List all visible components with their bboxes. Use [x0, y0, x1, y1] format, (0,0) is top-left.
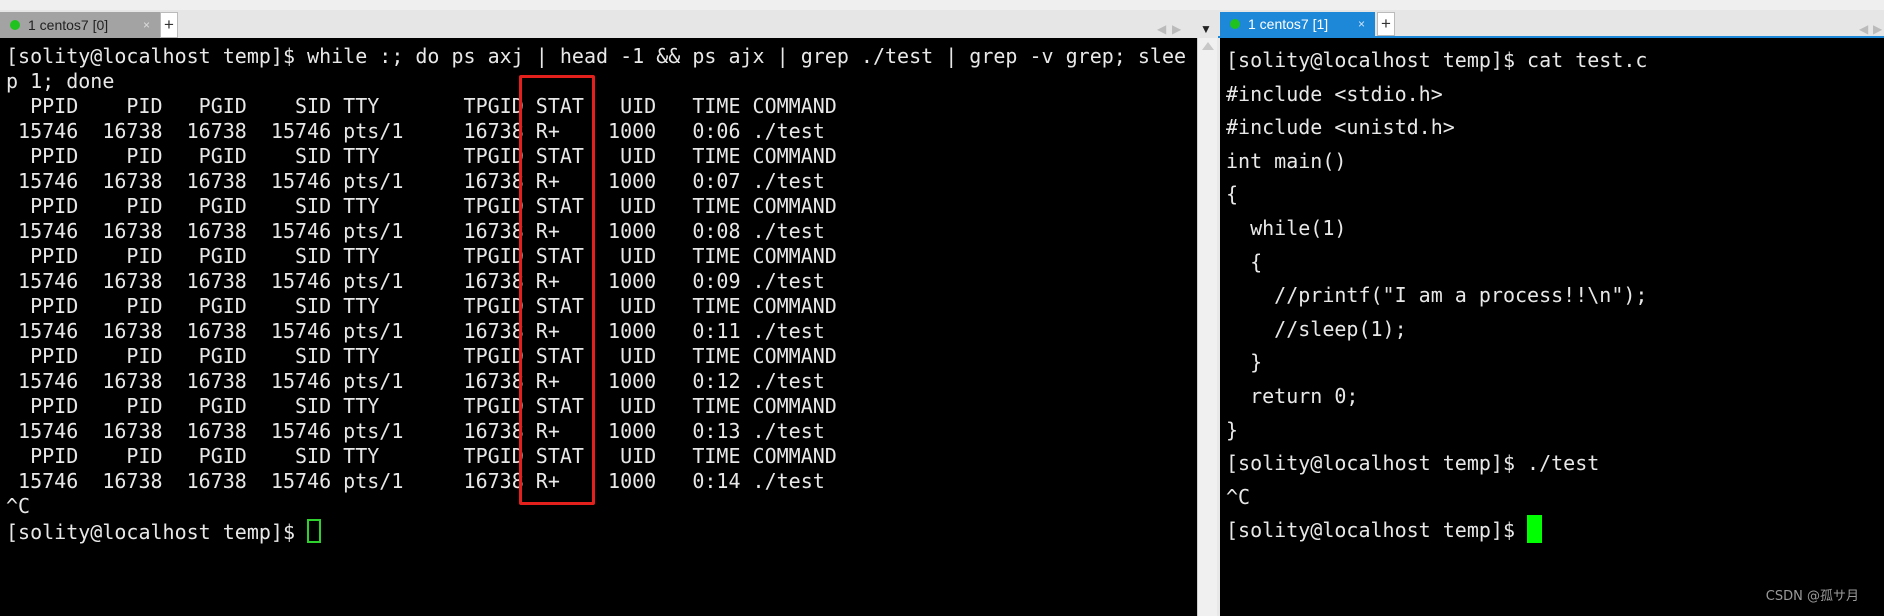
terminal-line: } — [1226, 417, 1239, 442]
terminal-line: PPID PID PGID SID TTY TPGID STAT UID TIM… — [6, 394, 837, 418]
prompt-line: [solity@localhost temp]$ — [1226, 514, 1884, 548]
right-tab-bar: 1 centos7 [1] × + ◀ ▶ — [1218, 10, 1884, 38]
terminal-line: 15746 16738 16738 15746 pts/1 16738 R+ 1… — [6, 469, 825, 493]
terminal-line: 15746 16738 16738 15746 pts/1 16738 R+ 1… — [6, 369, 825, 393]
tab-centos7-1[interactable]: 1 centos7 [1] × — [1220, 12, 1375, 36]
scrollbar[interactable] — [1197, 38, 1217, 616]
tab-close-icon[interactable]: × — [143, 18, 150, 32]
terminal-line: { — [1226, 182, 1239, 207]
tab-scroll-right-icon[interactable]: ▶ — [1873, 22, 1882, 36]
terminal-line: 15746 16738 16738 15746 pts/1 16738 R+ 1… — [6, 419, 825, 443]
prompt: [solity@localhost temp]$ — [1226, 518, 1528, 543]
terminal-line: 15746 16738 16738 15746 pts/1 16738 R+ 1… — [6, 269, 825, 293]
terminal-line: while(1) — [1226, 215, 1347, 240]
terminal-line: ^C — [6, 494, 31, 518]
terminal-line: [solity@localhost temp]$ ./test — [1226, 451, 1600, 476]
terminal-line: [solity@localhost temp]$ while :; do ps … — [6, 44, 1187, 68]
terminal-line: p 1; done — [6, 69, 115, 93]
connected-status-icon — [10, 20, 20, 30]
terminal-line: 15746 16738 16738 15746 pts/1 16738 R+ 1… — [6, 169, 825, 193]
terminal-line: [solity@localhost temp]$ cat test.c — [1226, 48, 1648, 72]
connected-status-icon — [1230, 19, 1240, 29]
tab-scroll-left-icon[interactable]: ◀ — [1859, 22, 1868, 36]
terminal-line: ^C — [1226, 484, 1251, 509]
terminal-line: #include <unistd.h> — [1226, 115, 1455, 140]
terminal-line: PPID PID PGID SID TTY TPGID STAT UID TIM… — [6, 94, 837, 118]
tab-scroll-left-icon[interactable]: ◀ — [1157, 22, 1166, 36]
tab-list-dropdown-icon[interactable]: ▼ — [1200, 22, 1212, 36]
tab-close-icon[interactable]: × — [1358, 17, 1365, 31]
terminal-line: PPID PID PGID SID TTY TPGID STAT UID TIM… — [6, 344, 837, 368]
scroll-up-icon[interactable] — [1202, 42, 1214, 50]
terminal-line: return 0; — [1226, 383, 1359, 408]
tab-centos7-0[interactable]: 1 centos7 [0] × — [0, 12, 160, 38]
terminal-line: PPID PID PGID SID TTY TPGID STAT UID TIM… — [6, 144, 837, 168]
tab-label: 1 centos7 [1] — [1248, 16, 1329, 32]
terminal-line: 15746 16738 16738 15746 pts/1 16738 R+ 1… — [6, 119, 825, 143]
tab-scroll-right-icon[interactable]: ▶ — [1172, 22, 1181, 36]
terminal-line: { — [1226, 249, 1263, 274]
new-tab-button[interactable]: + — [1377, 12, 1395, 36]
terminal-line: } — [1226, 350, 1263, 375]
terminal-line: PPID PID PGID SID TTY TPGID STAT UID TIM… — [6, 194, 837, 218]
new-tab-button[interactable]: + — [160, 12, 178, 38]
terminal-line: //sleep(1); — [1226, 316, 1407, 341]
cursor — [1527, 515, 1543, 544]
prompt-line: [solity@localhost temp]$ — [6, 519, 1197, 544]
terminal-line: 15746 16738 16738 15746 pts/1 16738 R+ 1… — [6, 319, 825, 343]
left-terminal[interactable]: [solity@localhost temp]$ while :; do ps … — [0, 38, 1197, 616]
terminal-line: 15746 16738 16738 15746 pts/1 16738 R+ 1… — [6, 219, 825, 243]
watermark: CSDN @孤サ月 — [1765, 589, 1859, 604]
terminal-line: #include <stdio.h> — [1226, 81, 1443, 106]
terminal-line: PPID PID PGID SID TTY TPGID STAT UID TIM… — [6, 294, 837, 318]
terminal-line: PPID PID PGID SID TTY TPGID STAT UID TIM… — [6, 244, 837, 268]
stat-column-highlight — [519, 75, 595, 505]
right-terminal[interactable]: [solity@localhost temp]$ cat test.c #incl… — [1220, 38, 1884, 616]
left-tab-bar: 1 centos7 [0] × + ◀ ▶ ▼ — [0, 10, 1218, 38]
cursor — [307, 519, 322, 543]
toolbar-strip — [0, 0, 1884, 10]
terminal-line: //printf("I am a process!!\n"); — [1226, 283, 1648, 308]
prompt: [solity@localhost temp]$ — [6, 520, 308, 544]
terminal-line: int main() — [1226, 148, 1347, 173]
terminal-line: PPID PID PGID SID TTY TPGID STAT UID TIM… — [6, 444, 837, 468]
tab-label: 1 centos7 [0] — [28, 17, 109, 33]
